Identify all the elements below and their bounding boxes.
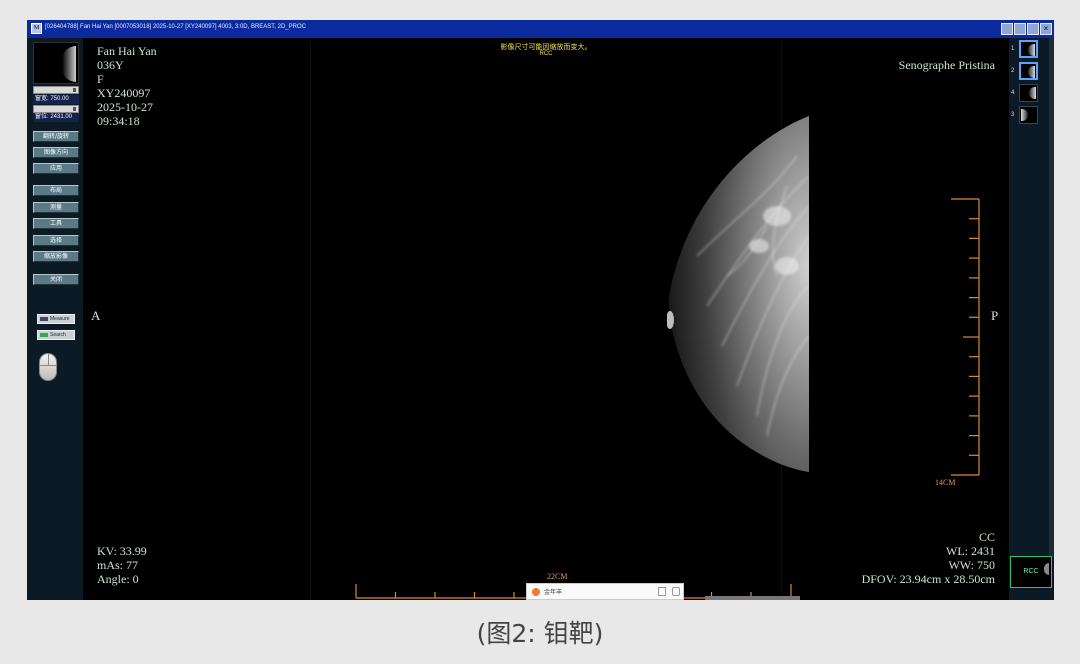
patient-id: XY240097: [97, 86, 151, 100]
thumbnail-4[interactable]: [1019, 84, 1038, 102]
window-level-value: 窗位: 2431.00: [33, 113, 79, 122]
breast-thumbnail-icon: [1028, 66, 1035, 78]
breast-thumbnail-image: [62, 46, 76, 82]
search-icon: [40, 332, 48, 337]
search-tool-label: Search: [50, 332, 66, 338]
figure-caption: (图2: 钼靶): [476, 619, 604, 648]
orientation-right: P: [991, 308, 999, 323]
measure-button[interactable]: 测量: [33, 202, 79, 213]
viewer-window: M [026404788] Fan Hai Yan [0007053018] 2…: [27, 20, 1054, 600]
thumb-number: 1: [1011, 46, 1015, 52]
current-view-box[interactable]: RCC: [1010, 556, 1052, 588]
app-icon: M: [31, 23, 42, 34]
thumbnail-2[interactable]: [1019, 62, 1038, 80]
tools-button[interactable]: 工具: [33, 218, 79, 229]
patient-sex: F: [97, 72, 104, 86]
angle-value: Angle: 0: [97, 572, 139, 586]
minimize-button[interactable]: [1014, 23, 1026, 35]
ruler-icon: [40, 316, 48, 321]
thumb-number: 2: [1011, 68, 1015, 74]
window-width-info: WW: 750: [948, 558, 995, 572]
mas-value: mAs: 77: [97, 558, 139, 572]
thumb-number: 4: [1011, 90, 1015, 96]
mouse-icon: [39, 353, 57, 381]
select-button[interactable]: 选择: [33, 235, 79, 246]
study-time: 09:34:18: [97, 114, 140, 128]
flip-rotate-button[interactable]: 翻转/旋转: [33, 131, 79, 142]
series-thumbnail[interactable]: [33, 42, 79, 84]
breast-thumbnail-icon: [1029, 87, 1036, 99]
thumb-number: 3: [1011, 112, 1015, 118]
image-viewport[interactable]: Fan Hai Yan 036Y F XY240097 2025-10-27 0…: [83, 38, 1009, 600]
view-position: CC: [978, 530, 995, 544]
popup-text: 金年丰: [544, 589, 563, 596]
mammogram-image: [667, 116, 809, 472]
thumbnail-rcc[interactable]: [1019, 40, 1038, 58]
taskbar-strip: [705, 596, 800, 600]
close-button[interactable]: ×: [1040, 23, 1052, 35]
window-level-info: WL: 2431: [946, 544, 995, 558]
search-tool-button[interactable]: Search: [37, 330, 75, 340]
breast-thumbnail-icon: [1028, 44, 1035, 56]
horizontal-scale-label: 22CM: [547, 572, 568, 581]
image-orientation-button[interactable]: 图像方向: [33, 147, 79, 158]
close-view-button[interactable]: 关闭: [33, 274, 79, 285]
notification-popup[interactable]: 金年丰: [526, 583, 684, 600]
app-logo-icon: [532, 588, 540, 596]
field-of-view-info: DFOV: 23.94cm x 28.50cm: [861, 572, 995, 586]
measure-tool-button[interactable]: Measure: [37, 314, 75, 324]
device-name: Senographe Pristina: [898, 58, 995, 72]
maximize-button[interactable]: [1027, 23, 1039, 35]
window-menu-button[interactable]: [1001, 23, 1013, 35]
home-icon[interactable]: [672, 587, 680, 596]
measure-tool-label: Measure: [50, 316, 70, 322]
patient-age: 036Y: [97, 58, 124, 72]
kv-value: KV: 33.99: [97, 544, 147, 558]
thumbnail-3[interactable]: [1019, 106, 1038, 124]
view-label: RCC: [539, 51, 553, 57]
window-width-value: 窗宽: 750.00: [33, 95, 79, 104]
study-date: 2025-10-27: [97, 100, 153, 114]
viewport-divider: [310, 38, 311, 600]
window-title: [026404788] Fan Hai Yan [0007053018] 202…: [45, 24, 306, 30]
zoom-image-button[interactable]: 缩放影像: [33, 251, 79, 262]
apply-button[interactable]: 应用: [33, 163, 79, 174]
layout-button[interactable]: 布局: [33, 185, 79, 196]
right-thumbnail-panel: 1 2 4 3 RCC: [1009, 38, 1054, 600]
breast-thumbnail-icon: [1021, 109, 1028, 121]
left-control-panel: 窗宽: 750.00 窗位: 2431.00 翻转/旋转 图像方向 应用 布局 …: [27, 38, 83, 600]
orientation-left: A: [91, 308, 101, 323]
window-width-slider[interactable]: [33, 86, 79, 94]
document-icon[interactable]: [658, 587, 666, 596]
thumbnail-scrollbar[interactable]: [1049, 38, 1054, 558]
title-bar: M [026404788] Fan Hai Yan [0007053018] 2…: [27, 20, 1054, 38]
vertical-scale-label: 14CM: [935, 478, 956, 487]
vertical-scale: [951, 198, 980, 476]
window-level-slider[interactable]: [33, 105, 79, 113]
